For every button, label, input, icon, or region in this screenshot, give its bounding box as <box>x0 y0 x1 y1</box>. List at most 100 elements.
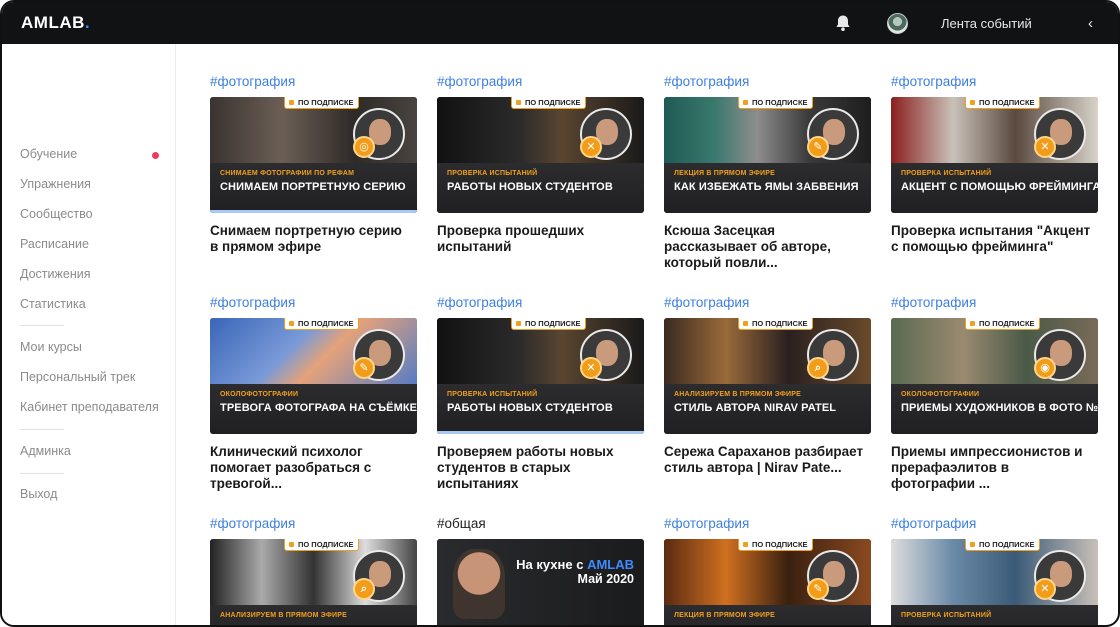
bell-icon[interactable] <box>834 14 852 32</box>
card-title[interactable]: Проверка испытания "Акцент с помощью фре… <box>891 223 1091 255</box>
top-bar: AMLAB. Лента событий ‹ <box>2 2 1118 44</box>
card-tag[interactable]: #фотография <box>664 295 871 312</box>
crossed-tools-icon: ✕ <box>580 357 602 379</box>
lecture-icon: ✎ <box>353 357 375 379</box>
subscription-badge: ПО ПОДПИСКЕ <box>738 97 813 109</box>
crossed-tools-icon: ✕ <box>1034 578 1056 600</box>
event-card[interactable]: #фотография ПО ПОДПИСКЕ ✕ ПРОВЕРКА ИСПЫТАНИ… <box>437 74 644 255</box>
card-title[interactable]: Сережа Сараханов разбирает стиль автора … <box>664 444 864 476</box>
thumbnail-title: РАБОТЫ НОВЫХ СТУДЕНТОВ <box>447 181 613 193</box>
thumbnail-category: ОКОЛОФОТОГРАФИИ <box>220 391 299 398</box>
sidebar-item-teacher-cabinet[interactable]: Кабинет преподавателя <box>20 400 159 414</box>
card-tag[interactable]: #фотография <box>437 295 644 312</box>
host-photo <box>453 549 505 619</box>
card-thumbnail[interactable]: ПО ПОДПИСКЕ ✕ ПРОВЕРКА ИСПЫТАНИЙ АКЦЕНТ С П… <box>891 97 1098 213</box>
eye-icon: ◉ <box>1034 357 1056 379</box>
divider <box>20 473 64 474</box>
watch-progress <box>210 210 417 213</box>
chevron-left-icon[interactable]: ‹ <box>1088 15 1093 32</box>
card-tag[interactable]: #фотография <box>891 295 1098 312</box>
sidebar-item-exercises[interactable]: Упражнения <box>20 177 91 191</box>
card-tag[interactable]: #фотография <box>210 74 417 91</box>
thumbnail-title: ПРИЕМЫ ХУДОЖНИКОВ В ФОТО №2 <box>901 402 1098 414</box>
card-thumbnail[interactable]: ПО ПОДПИСКЕ ✎ ОКОЛОФОТОГРАФИИ ТРЕВОГА ФОТОГ… <box>210 318 417 434</box>
thumbnail-category: ПРОВЕРКА ИСПЫТАНИЙ <box>447 170 538 177</box>
lecture-icon: ✎ <box>807 578 829 600</box>
sidebar: Обучение Упражнения Сообщество Расписани… <box>2 44 176 625</box>
thumbnail-category: ЛЕКЦИЯ В ПРЯМОМ ЭФИРЕ <box>674 612 776 619</box>
logo[interactable]: AMLAB. <box>21 13 90 33</box>
user-avatar[interactable] <box>887 13 908 34</box>
card-thumbnail[interactable]: ПО ПОДПИСКЕ ✕ ПРОВЕРКА ИСПЫТАНИЙ РАБОТЫ НОВ… <box>437 97 644 213</box>
card-thumbnail[interactable]: ПО ПОДПИСКЕ ✕ ПРОВЕРКА ИСПЫТАНИЙ РАБОТЫ НОВ… <box>437 318 644 434</box>
event-card[interactable]: #фотография ПО ПОДПИСКЕ ✎ ОКОЛОФОТОГРАФИИ ТР… <box>210 295 417 492</box>
card-thumbnail[interactable]: ПО ПОДПИСКЕ ✎ ЛЕКЦИЯ В ПРЯМОМ ЭФИРЕ КАК ИЗБ… <box>664 97 871 213</box>
sidebar-item-personal-track[interactable]: Персональный трек <box>20 370 135 384</box>
card-tag[interactable]: #фотография <box>210 295 417 312</box>
card-tag[interactable]: #фотография <box>891 516 1098 533</box>
card-thumbnail[interactable]: ПО ПОДПИСКЕ ⌕ АНАЛИЗИРУЕМ В ПРЯМОМ ЭФИРЕ <box>210 539 417 625</box>
card-tag[interactable]: #фотография <box>437 74 644 91</box>
event-card[interactable]: #фотография ПО ПОДПИСКЕ ✕ ПРОВЕРКА ИСПЫТАНИ… <box>437 295 644 492</box>
feed-label[interactable]: Лента событий <box>941 16 1032 31</box>
event-card[interactable]: #фотография ПО ПОДПИСКЕ ✎ ЛЕКЦИЯ В ПРЯМОМ Э… <box>664 74 871 271</box>
card-tag[interactable]: #фотография <box>664 516 871 533</box>
event-card[interactable]: #фотография ПО ПОДПИСКЕ ✕ ПРОВЕРКА ИСПЫТАНИ… <box>891 516 1098 625</box>
subscription-badge: ПО ПОДПИСКЕ <box>965 539 1040 551</box>
event-card[interactable]: #фотография ПО ПОДПИСКЕ ◉ ОКОЛОФОТОГРАФИИ ПР… <box>891 295 1098 492</box>
thumbnail-title: КАК ИЗБЕЖАТЬ ЯМЫ ЗАБВЕНИЯ <box>674 181 859 193</box>
subscription-badge: ПО ПОДПИСКЕ <box>738 539 813 551</box>
promo-title: На кухне с AMLAB <box>516 557 634 572</box>
subscription-badge: ПО ПОДПИСКЕ <box>965 97 1040 109</box>
event-card[interactable]: #фотография ПО ПОДПИСКЕ ✕ ПРОВЕРКА ИСПЫТАНИ… <box>891 74 1098 255</box>
subscription-badge: ПО ПОДПИСКЕ <box>965 318 1040 330</box>
event-card[interactable]: #фотография ПО ПОДПИСКЕ ◎ СНИМАЕМ ФОТОГРАФИ… <box>210 74 417 255</box>
crossed-tools-icon: ✕ <box>1034 136 1056 158</box>
card-title[interactable]: Клинический психолог помогает разобратьс… <box>210 444 410 492</box>
card-thumbnail[interactable]: ПО ПОДПИСКЕ ✕ ПРОВЕРКА ИСПЫТАНИЙ <box>891 539 1098 625</box>
card-title[interactable]: Проверяем работы новых студентов в стары… <box>437 444 637 492</box>
card-thumbnail[interactable]: ПО ПОДПИСКЕ ◎ СНИМАЕМ ФОТОГРАФИИ ПО РЕФАМ С… <box>210 97 417 213</box>
app-window: AMLAB. Лента событий ‹ Обучение Упражнен… <box>0 0 1120 627</box>
card-thumbnail[interactable]: ПО ПОДПИСКЕ ⌕ АНАЛИЗИРУЕМ В ПРЯМОМ ЭФИРЕ СТ… <box>664 318 871 434</box>
notification-dot <box>152 152 159 159</box>
event-card[interactable]: #фотография ПО ПОДПИСКЕ ⌕ АНАЛИЗИРУЕМ В ПРЯ… <box>664 295 871 476</box>
subscription-badge: ПО ПОДПИСКЕ <box>284 97 359 109</box>
sidebar-item-schedule[interactable]: Расписание <box>20 237 89 251</box>
subscription-badge: ПО ПОДПИСКЕ <box>738 318 813 330</box>
card-title[interactable]: Снимаем портретную серию в прямом эфире <box>210 223 410 255</box>
card-tag[interactable]: #фотография <box>891 74 1098 91</box>
thumbnail-category: СНИМАЕМ ФОТОГРАФИИ ПО РЕФАМ <box>220 170 355 177</box>
sidebar-item-achievements[interactable]: Достижения <box>20 267 90 281</box>
event-card[interactable]: #фотография ПО ПОДПИСКЕ ⌕ АНАЛИЗИРУЕМ В ПРЯ… <box>210 516 417 625</box>
sidebar-item-statistics[interactable]: Статистика <box>20 297 86 311</box>
sidebar-item-logout[interactable]: Выход <box>20 487 57 501</box>
watch-progress <box>437 431 644 434</box>
card-title[interactable]: Приемы импрессионистов и прерафаэлитов в… <box>891 444 1091 492</box>
card-thumbnail[interactable]: ПО ПОДПИСКЕ ◉ ОКОЛОФОТОГРАФИИ ПРИЕМЫ ХУДОЖН… <box>891 318 1098 434</box>
divider <box>20 429 64 430</box>
card-thumbnail[interactable]: На кухне с AMLAB Май 2020 <box>437 539 644 625</box>
event-card[interactable]: #общая На кухне с AMLAB Май 2020 <box>437 516 644 625</box>
card-title[interactable]: Ксюша Засецкая рассказывает об авторе, к… <box>664 223 864 271</box>
divider <box>20 325 64 326</box>
event-card[interactable]: #фотография ПО ПОДПИСКЕ ✎ ЛЕКЦИЯ В ПРЯМОМ Э… <box>664 516 871 625</box>
thumbnail-category: АНАЛИЗИРУЕМ В ПРЯМОМ ЭФИРЕ <box>674 391 802 398</box>
sidebar-item-my-courses[interactable]: Мои курсы <box>20 340 82 354</box>
thumbnail-title: СТИЛЬ АВТОРА NIRAV PATEL <box>674 402 837 414</box>
sidebar-item-community[interactable]: Сообщество <box>20 207 93 221</box>
card-tag[interactable]: #общая <box>437 516 644 533</box>
card-title[interactable]: Проверка прошедших испытаний <box>437 223 637 255</box>
card-tag[interactable]: #фотография <box>210 516 417 533</box>
camera-icon: ◎ <box>353 136 375 158</box>
thumbnail-title: ТРЕВОГА ФОТОГРАФА НА СЪЁМКЕ <box>220 402 417 414</box>
subscription-badge: ПО ПОДПИСКЕ <box>511 318 586 330</box>
sidebar-item-learning[interactable]: Обучение <box>20 147 77 161</box>
thumbnail-category: ПРОВЕРКА ИСПЫТАНИЙ <box>901 170 992 177</box>
thumbnail-category: ПРОВЕРКА ИСПЫТАНИЙ <box>901 612 992 619</box>
lecture-icon: ✎ <box>807 136 829 158</box>
card-thumbnail[interactable]: ПО ПОДПИСКЕ ✎ ЛЕКЦИЯ В ПРЯМОМ ЭФИРЕ <box>664 539 871 625</box>
thumbnail-title: СНИМАЕМ ПОРТРЕТНУЮ СЕРИЮ <box>220 181 406 193</box>
card-tag[interactable]: #фотография <box>664 74 871 91</box>
sidebar-item-admin[interactable]: Админка <box>20 444 71 458</box>
